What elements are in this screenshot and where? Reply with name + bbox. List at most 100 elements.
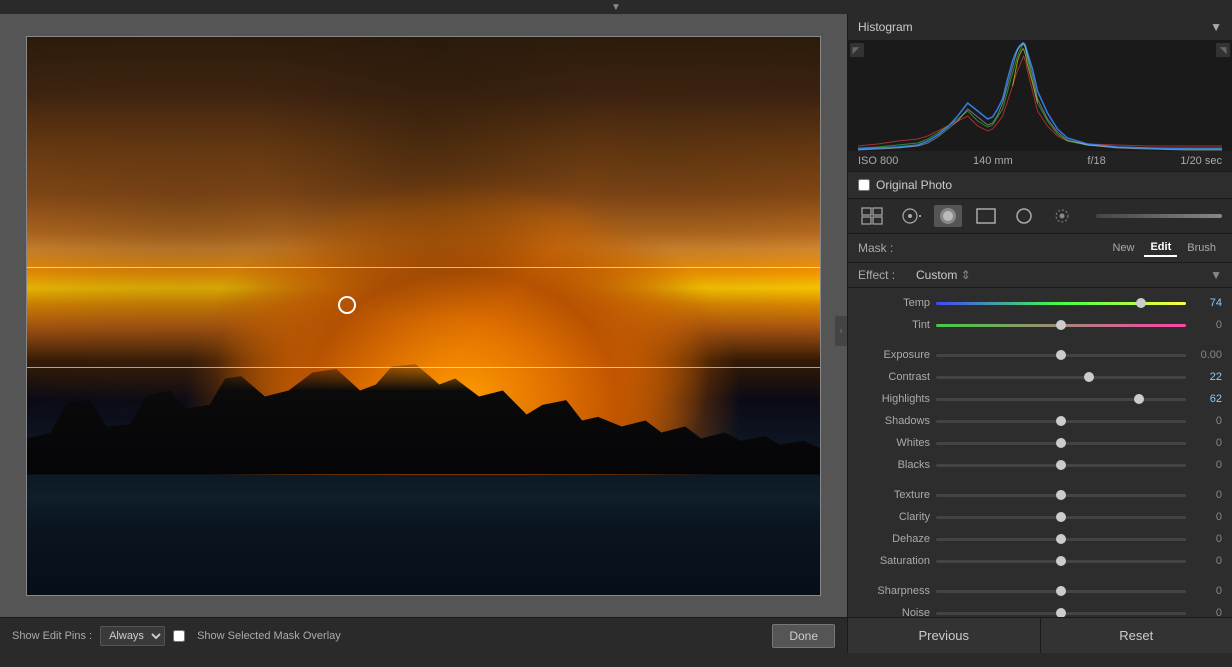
dehaze-slider-row: Dehaze 0: [848, 528, 1232, 550]
toolbar-right: Done: [772, 624, 835, 648]
clarity-label: Clarity: [858, 511, 930, 523]
whites-slider-container[interactable]: [936, 435, 1186, 451]
histogram-expand-icon[interactable]: ▼: [1210, 20, 1222, 34]
exif-aperture: f/18: [1087, 155, 1105, 167]
clarity-slider-container[interactable]: [936, 509, 1186, 525]
contrast-label: Contrast: [858, 371, 930, 383]
sharpness-label: Sharpness: [858, 585, 930, 597]
tool-square-icon[interactable]: [972, 205, 1000, 227]
shadows-slider-container[interactable]: [936, 413, 1186, 429]
tint-thumb[interactable]: [1056, 320, 1066, 330]
original-photo-label: Original Photo: [876, 178, 952, 192]
contrast-thumb[interactable]: [1084, 372, 1094, 382]
saturation-thumb[interactable]: [1056, 556, 1066, 566]
mask-pin[interactable]: [338, 296, 356, 314]
original-photo-checkbox[interactable]: [858, 179, 870, 191]
dehaze-slider-container[interactable]: [936, 531, 1186, 547]
previous-button[interactable]: Previous: [848, 618, 1041, 653]
contrast-track: [936, 376, 1186, 379]
shadows-thumb[interactable]: [1056, 416, 1066, 426]
done-button[interactable]: Done: [772, 624, 835, 648]
blacks-thumb[interactable]: [1056, 460, 1066, 470]
effect-value: Custom: [916, 268, 957, 282]
texture-value: 0: [1192, 489, 1222, 501]
mask-row: Mask : New Edit Brush: [848, 234, 1232, 263]
dehaze-track: [936, 538, 1186, 541]
shadows-label: Shadows: [858, 415, 930, 427]
saturation-value: 0: [1192, 555, 1222, 567]
tool-slider-preview: [1096, 214, 1222, 218]
mask-line-bottom: [27, 367, 820, 368]
tools-row: [848, 199, 1232, 234]
saturation-slider-row: Saturation 0: [848, 550, 1232, 572]
tint-track: [936, 324, 1186, 327]
shadows-value: 0: [1192, 415, 1222, 427]
tool-radial-dot-icon[interactable]: [896, 205, 924, 227]
exposure-thumb[interactable]: [1056, 350, 1066, 360]
blacks-value: 0: [1192, 459, 1222, 471]
noise-label: Noise: [858, 607, 930, 617]
noise-slider-container[interactable]: [936, 605, 1186, 617]
reset-button[interactable]: Reset: [1041, 618, 1232, 653]
histogram-info: ISO 800 140 mm f/18 1/20 sec: [848, 151, 1232, 172]
exif-focal: 140 mm: [973, 155, 1013, 167]
exif-shutter: 1/20 sec: [1180, 155, 1222, 167]
panel-handle[interactable]: ›: [835, 316, 847, 346]
dehaze-thumb[interactable]: [1056, 534, 1066, 544]
tool-circle-outline-icon[interactable]: [1010, 205, 1038, 227]
bottom-toolbar: Show Edit Pins : Always Show Selected Ma…: [0, 617, 847, 653]
whites-value: 0: [1192, 437, 1222, 449]
exposure-slider-container[interactable]: [936, 347, 1186, 363]
tool-grid-icon[interactable]: [858, 205, 886, 227]
sharpness-value: 0: [1192, 585, 1222, 597]
blacks-slider-container[interactable]: [936, 457, 1186, 473]
mask-edit-button[interactable]: Edit: [1144, 239, 1177, 257]
bottom-bar: [0, 653, 1232, 667]
noise-thumb[interactable]: [1056, 608, 1066, 617]
svg-text:◤: ◤: [853, 45, 860, 55]
saturation-slider-container[interactable]: [936, 553, 1186, 569]
sliders-section: Temp 74 Tint 0: [848, 288, 1232, 617]
bottom-buttons: Previous Reset: [848, 617, 1232, 653]
show-mask-checkbox[interactable]: [173, 630, 185, 642]
tint-slider-container[interactable]: [936, 317, 1186, 333]
temp-slider-container[interactable]: [936, 295, 1186, 311]
texture-thumb[interactable]: [1056, 490, 1066, 500]
whites-track: [936, 442, 1186, 445]
mask-new-button[interactable]: New: [1106, 239, 1140, 257]
temp-thumb[interactable]: [1136, 298, 1146, 308]
tint-value: 0: [1192, 319, 1222, 331]
edit-pins-select[interactable]: Always: [100, 626, 165, 646]
right-panel: Histogram ▼ ◤ ◥: [847, 14, 1232, 653]
mask-brush-button[interactable]: Brush: [1181, 239, 1222, 257]
noise-value: 0: [1192, 607, 1222, 617]
water-area: [27, 475, 820, 595]
sharpness-thumb[interactable]: [1056, 586, 1066, 596]
effect-dropdown[interactable]: Custom ⇕: [916, 268, 971, 282]
temp-value: 74: [1192, 297, 1222, 309]
texture-label: Texture: [858, 489, 930, 501]
mask-buttons: New Edit Brush: [1106, 239, 1222, 257]
highlights-value: 62: [1192, 393, 1222, 405]
photo-wrapper: [26, 36, 821, 596]
histogram-area: ◤ ◥: [848, 41, 1232, 151]
effect-expand-icon[interactable]: ▼: [1210, 268, 1222, 282]
histogram-header: Histogram ▼: [848, 14, 1232, 41]
texture-slider-container[interactable]: [936, 487, 1186, 503]
saturation-label: Saturation: [858, 555, 930, 567]
highlights-slider-container[interactable]: [936, 391, 1186, 407]
contrast-slider-container[interactable]: [936, 369, 1186, 385]
clarity-thumb[interactable]: [1056, 512, 1066, 522]
tool-circle-filled-icon[interactable]: [934, 205, 962, 227]
photo-panel: › Show Edit Pins : Always Show Selected …: [0, 14, 847, 653]
contrast-slider-row: Contrast 22: [848, 366, 1232, 388]
mask-line-top: [27, 267, 820, 268]
tool-range-icon[interactable]: [1048, 205, 1076, 227]
clarity-slider-row: Clarity 0: [848, 506, 1232, 528]
contrast-value: 22: [1192, 371, 1222, 383]
main-content: › Show Edit Pins : Always Show Selected …: [0, 14, 1232, 653]
highlights-thumb[interactable]: [1134, 394, 1144, 404]
tint-slider-row: Tint 0: [848, 314, 1232, 336]
sharpness-slider-container[interactable]: [936, 583, 1186, 599]
whites-thumb[interactable]: [1056, 438, 1066, 448]
